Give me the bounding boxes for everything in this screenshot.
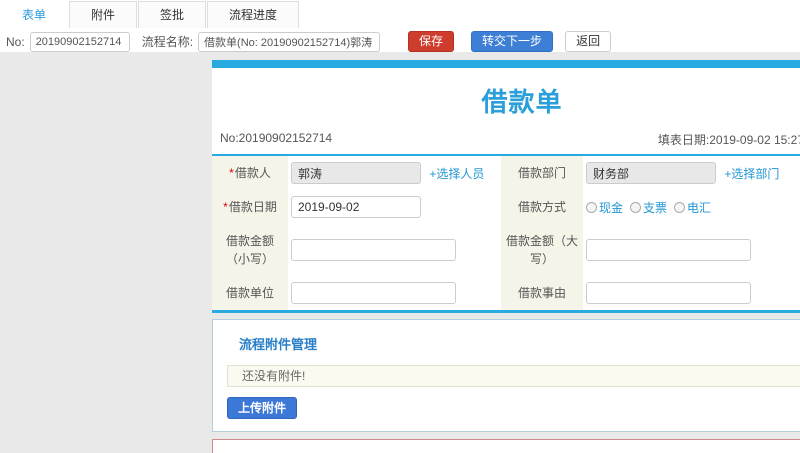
process-name-input[interactable] (198, 31, 381, 52)
form-date-text: 填表日期:2019-09-02 15:27:1 (657, 133, 800, 147)
radio-cash[interactable]: 现金 (586, 199, 623, 216)
borrow-department-input[interactable] (586, 162, 716, 184)
no-label: No: (6, 34, 25, 49)
select-department-link[interactable]: +选择部门 (724, 167, 779, 181)
no-input[interactable] (29, 31, 130, 52)
table-row: 借款单位 借款事由 (212, 276, 800, 310)
save-button[interactable]: 保存 (408, 31, 455, 52)
amount-upper-cell (583, 224, 800, 276)
page-title: 借款单 (481, 87, 563, 117)
borrow-reason-cell (583, 276, 800, 310)
borrow-date-label: *借款日期 (212, 190, 288, 224)
borrower-cell: +选择人员 (288, 156, 501, 190)
main-panel: 借款单 No:20190902152714 填表日期:2019-09-02 15… (212, 60, 800, 453)
table-row: 借款金额（小写） 借款金额（大写） (212, 224, 800, 276)
required-mark: * (229, 166, 234, 180)
attachments-card: 流程附件管理 还没有附件! 上传附件 (212, 319, 800, 432)
amount-lower-cell (288, 224, 501, 276)
tab-form[interactable]: 表单 (0, 1, 69, 28)
loan-form-card: 借款单 No:20190902152714 填表日期:2019-09-02 15… (212, 60, 800, 313)
amount-lower-label: 借款金额（小写） (212, 224, 288, 276)
tab-attachments[interactable]: 附件 (69, 1, 138, 28)
borrow-method-label: 借款方式 (501, 190, 583, 224)
tab-bar: 表单 附件 签批 流程进度 (0, 0, 800, 28)
select-person-link[interactable]: +选择人员 (429, 167, 484, 181)
amount-lowercase-input[interactable] (291, 239, 456, 261)
borrow-method-radios: 现金 支票 电汇 (586, 199, 711, 216)
table-row: *借款日期 借款方式 现金 支票 (212, 190, 800, 224)
borrower-label: *借款人 (212, 156, 288, 190)
back-button[interactable]: 返回 (565, 31, 612, 52)
approval-card: 流程签批意见 B I abc (212, 439, 800, 453)
upload-attachment-button[interactable]: 上传附件 (227, 397, 298, 419)
borrow-method-cell: 现金 支票 电汇 (583, 190, 800, 224)
borrow-reason-input[interactable] (586, 282, 751, 304)
radio-icon[interactable] (674, 201, 686, 213)
borrow-unit-label: 借款单位 (212, 276, 288, 310)
borrow-department-cell: +选择部门 (583, 156, 800, 190)
radio-check[interactable]: 支票 (630, 199, 667, 216)
borrow-department-label: 借款部门 (501, 156, 583, 190)
card-accent-bar (212, 60, 800, 68)
borrow-date-input[interactable] (291, 196, 421, 218)
radio-wire[interactable]: 电汇 (674, 199, 711, 216)
borrow-reason-label: 借款事由 (501, 276, 583, 310)
amount-uppercase-input[interactable] (586, 239, 751, 261)
radio-icon[interactable] (586, 201, 597, 213)
action-toolbar: No: 流程名称: 保存 转交下一步 返回 (0, 31, 800, 52)
attachments-heading: 流程附件管理 (239, 337, 318, 352)
radio-icon[interactable] (630, 201, 642, 213)
borrow-unit-input[interactable] (291, 282, 456, 304)
tab-approval[interactable]: 签批 (138, 1, 207, 28)
loan-form-table: *借款人 +选择人员 借款部门 +选择部门 *借款日期 (212, 156, 800, 310)
tab-process-progress[interactable]: 流程进度 (207, 1, 300, 28)
borrow-unit-cell (288, 276, 501, 310)
table-row: *借款人 +选择人员 借款部门 +选择部门 (212, 156, 800, 190)
form-no-text: No:20190902152714 (220, 131, 333, 145)
process-name-label: 流程名称: (141, 35, 194, 49)
forward-next-step-button[interactable]: 转交下一步 (471, 31, 554, 52)
amount-upper-label: 借款金额（大写） (501, 224, 583, 276)
borrower-input[interactable] (291, 162, 421, 184)
required-mark: * (223, 200, 228, 214)
borrow-date-cell (288, 190, 501, 224)
no-attachments-message: 还没有附件! (227, 365, 800, 387)
form-meta-row: No:20190902152714 填表日期:2019-09-02 15:27:… (212, 129, 800, 154)
top-header: 表单 附件 签批 流程进度 No: 流程名称: 保存 转交下一步 返回 (0, 0, 800, 52)
